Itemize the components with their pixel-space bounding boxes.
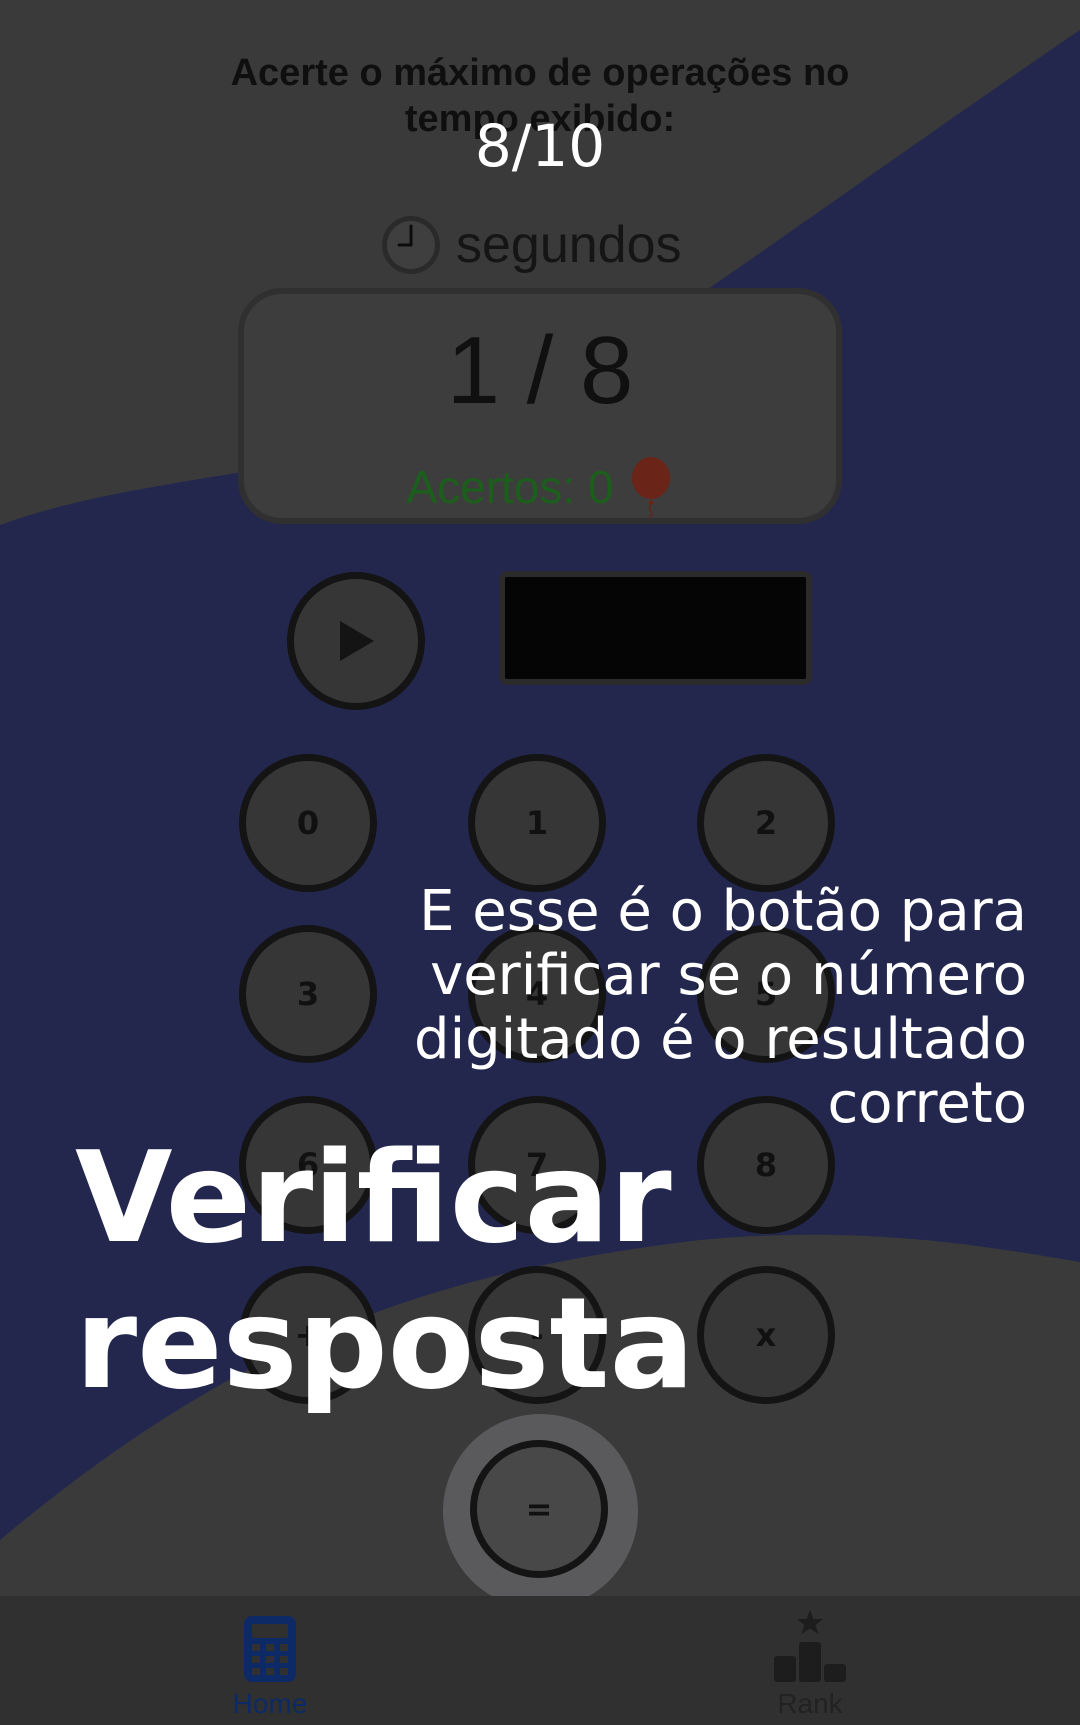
clock-icon — [382, 216, 440, 274]
answer-display — [499, 571, 812, 685]
key-3-button[interactable]: 3 — [239, 925, 377, 1063]
timer-row: segundos — [380, 210, 682, 280]
nav-home[interactable]: Home — [200, 1596, 340, 1725]
podium-star-icon — [774, 1610, 846, 1682]
nav-home-label: Home — [232, 1688, 308, 1719]
play-icon — [340, 621, 374, 661]
equals-button[interactable]: = — [470, 1440, 608, 1578]
score-card: 1 / 8 Acertos: 0 — [238, 288, 842, 524]
bottom-nav: Home Rank — [0, 1596, 1080, 1725]
play-button[interactable] — [287, 572, 425, 710]
key-2-button[interactable]: 2 — [697, 754, 835, 892]
tutorial-description: E esse é o botão para verificar se o núm… — [414, 879, 1027, 1136]
key-0-button[interactable]: 0 — [239, 754, 377, 892]
timer-label: segundos — [456, 216, 682, 274]
hits-row: Acertos: 0 — [244, 456, 836, 518]
nav-rank-label: Rank — [777, 1688, 843, 1719]
key-1-button[interactable]: 1 — [468, 754, 606, 892]
calculator-icon — [244, 1616, 296, 1682]
tutorial-step-counter: 8/10 — [474, 112, 606, 180]
nav-rank[interactable]: Rank — [740, 1596, 880, 1725]
operation-progress: 1 / 8 — [446, 317, 634, 424]
balloon-icon — [631, 457, 670, 518]
hits-counter: Acertos: 0 — [406, 461, 614, 513]
tutorial-title: Verificar resposta — [75, 1124, 695, 1417]
